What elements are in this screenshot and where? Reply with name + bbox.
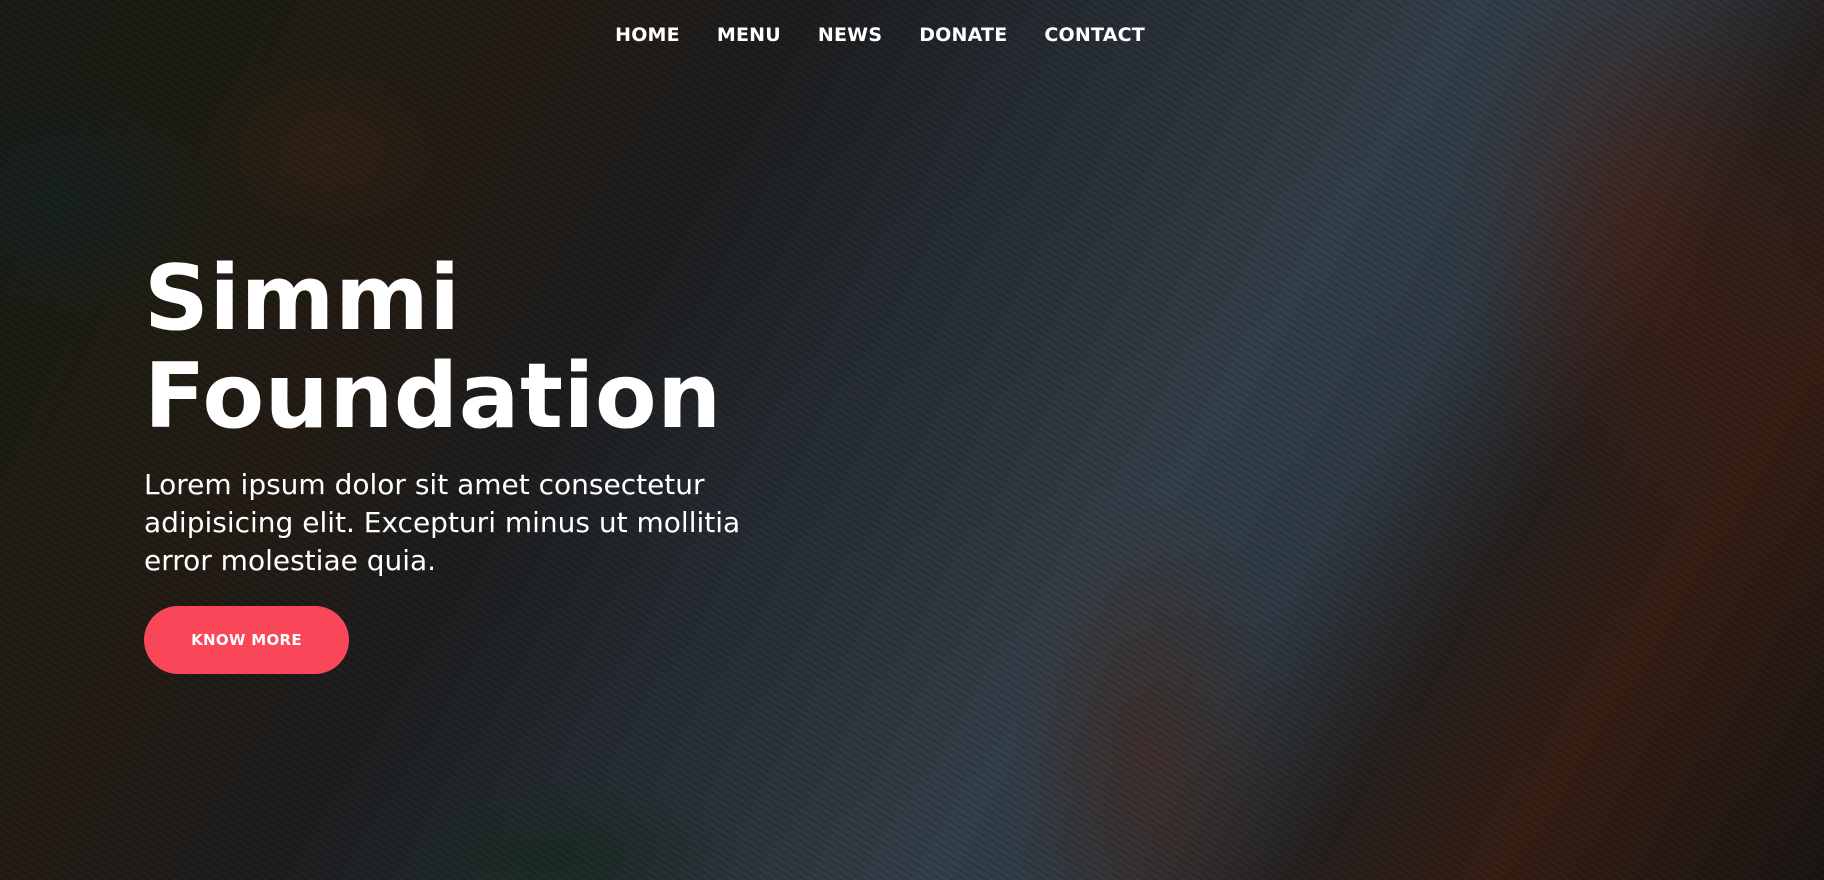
hero-description: Lorem ipsum dolor sit amet consectetur a… (144, 468, 741, 577)
nav-news-link[interactable]: NEWS (818, 22, 882, 48)
nav-contact-link[interactable]: CONTACT (1044, 22, 1145, 48)
nav-home-link[interactable]: HOME (615, 22, 680, 48)
nav-menu-link[interactable]: MENU (717, 22, 781, 48)
hero-section: HOME MENU NEWS DONATE CONTACT Simmi Foun… (0, 0, 1824, 880)
hero-title-line-1: Simmi (144, 246, 461, 351)
hero-title: Simmi Foundation (144, 250, 784, 446)
nav-donate-link[interactable]: DONATE (919, 22, 1007, 48)
hero-title-line-2: Foundation (144, 344, 722, 449)
know-more-button[interactable]: KNOW MORE (144, 606, 349, 674)
main-nav: HOME MENU NEWS DONATE CONTACT (0, 22, 1792, 48)
hero-content: Simmi Foundation Lorem ipsum dolor sit a… (144, 250, 784, 674)
